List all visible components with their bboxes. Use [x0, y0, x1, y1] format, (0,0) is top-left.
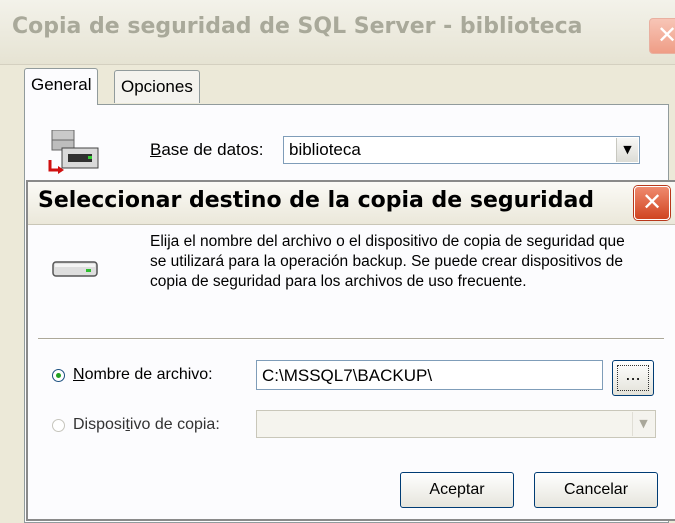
- dialog-title: Seleccionar destino de la copia de segur…: [38, 188, 595, 213]
- database-label: Base de datos:: [150, 140, 264, 159]
- select-backup-destination-dialog: Seleccionar destino de la copia de segur…: [26, 180, 675, 521]
- chevron-down-icon[interactable]: ▼: [632, 412, 654, 436]
- database-server-icon: [48, 129, 112, 180]
- tab-options[interactable]: Opciones: [114, 70, 200, 103]
- file-name-option[interactable]: Nombre de archivo:: [52, 366, 213, 384]
- tab-general[interactable]: General: [24, 68, 99, 105]
- close-icon: ✕: [641, 188, 663, 216]
- database-select-value: biblioteca: [289, 140, 361, 159]
- dialog-titlebar: Seleccionar destino de la copia de segur…: [28, 182, 675, 225]
- browse-button[interactable]: ...: [612, 360, 654, 396]
- focus-rect: [617, 365, 649, 391]
- cancel-button[interactable]: Cancelar: [534, 472, 658, 508]
- dialog-separator: [38, 338, 664, 340]
- ok-button[interactable]: Aceptar: [400, 472, 514, 508]
- file-name-radio[interactable]: [52, 368, 65, 382]
- device-option[interactable]: Dispositivo de copia:: [52, 416, 220, 434]
- tape-drive-icon: [52, 258, 98, 284]
- back-window-titlebar: Copia de seguridad de SQL Server - bibli…: [0, 0, 675, 65]
- database-select[interactable]: biblioteca ▼: [283, 136, 640, 164]
- file-name-label: Nombre de archivo:: [73, 366, 213, 383]
- dialog-description: Elija el nombre del archivo o el disposi…: [150, 233, 625, 290]
- file-name-input[interactable]: C:\MSSQL7\BACKUP\: [256, 360, 603, 390]
- device-label: Dispositivo de copia:: [73, 416, 220, 433]
- device-select[interactable]: ▼: [256, 410, 656, 438]
- close-icon: ✕: [656, 21, 675, 49]
- dialog-close-button[interactable]: ✕: [634, 186, 670, 220]
- chevron-down-icon[interactable]: ▼: [616, 138, 638, 162]
- back-window-title: Copia de seguridad de SQL Server - bibli…: [12, 14, 583, 39]
- back-window-close-button[interactable]: ✕: [649, 18, 675, 54]
- device-radio[interactable]: [52, 418, 65, 432]
- file-name-value: C:\MSSQL7\BACKUP\: [262, 366, 433, 385]
